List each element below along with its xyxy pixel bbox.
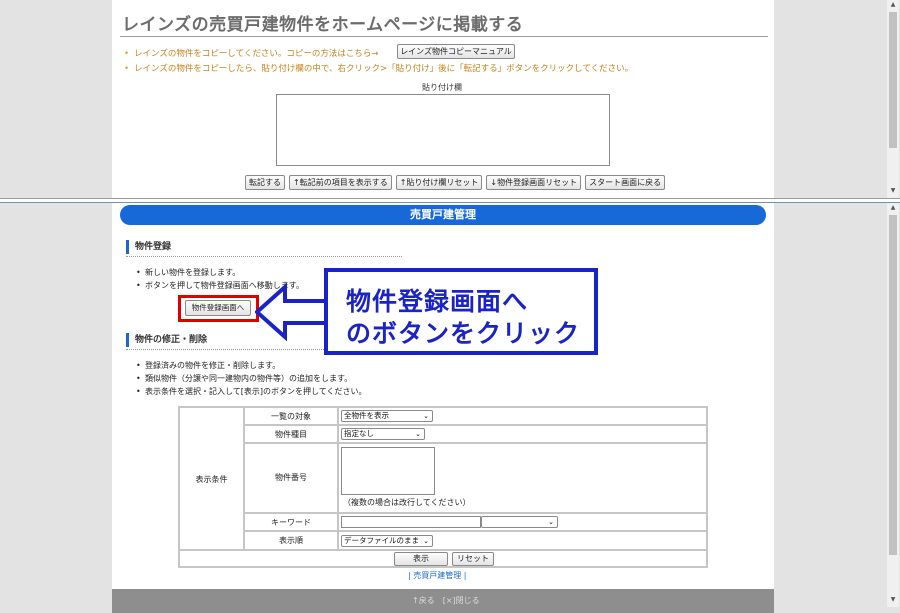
- section-banner: 売買戸建管理: [120, 205, 766, 225]
- bullet-dot: •: [136, 268, 141, 277]
- register-bullet: • 新しい物件を登録します。: [136, 267, 240, 278]
- keyword-cell: ⌄: [338, 513, 707, 531]
- scroll-up-icon[interactable]: ▲: [887, 0, 899, 10]
- instruction-copy: • レインズの物件をコピーしてください。コピーの方法はこちら→: [124, 47, 378, 59]
- top-frame-content: レインズの売買戸建物件をホームページに掲載する • レインズの物件をコピーしてくだ…: [112, 0, 774, 198]
- bullet-dot: •: [124, 64, 130, 74]
- reset-paste-button[interactable]: ↑貼り付け欄リセット: [395, 175, 483, 190]
- button-cell: 表示 リセット: [179, 550, 707, 567]
- back-to-start-button[interactable]: スタート画面に戻る: [585, 175, 666, 190]
- bullet-dot: •: [124, 49, 130, 59]
- show-button[interactable]: 表示: [394, 552, 448, 566]
- chevron-down-icon: ⌄: [415, 430, 421, 438]
- paste-label: 貼り付け欄: [422, 83, 462, 92]
- pointer-arrow-icon: [255, 283, 329, 341]
- scroll-thumb[interactable]: [889, 215, 897, 555]
- show-previous-items-button[interactable]: ↑転記前の項目を表示する: [289, 175, 392, 190]
- scroll-down-icon[interactable]: ▼: [887, 186, 899, 196]
- copy-manual-button[interactable]: レインズ物件コピーマニュアル: [397, 44, 515, 59]
- bullet-dot: •: [136, 361, 141, 370]
- chevron-down-icon: ⌄: [548, 518, 554, 526]
- bottom-frame-content: 売買戸建管理 物件登録 • 新しい物件を登録します。 • ボタンを押して物件登録画面…: [112, 203, 774, 613]
- footer-nav-link[interactable]: | 売買戸建管理 |: [408, 570, 466, 581]
- bullet-dot: •: [136, 387, 141, 396]
- modify-heading: 物件の修正・削除: [126, 333, 207, 347]
- bullet-dot: •: [136, 281, 141, 290]
- register-heading: 物件登録: [126, 240, 171, 254]
- modify-bullet-text: 表示条件を選択・記入して[表示]のボタンを押してください。: [145, 387, 367, 396]
- browser-viewport: レインズの売買戸建物件をホームページに掲載する • レインズの物件をコピーしてくだ…: [0, 0, 900, 613]
- footer-bar: ↑戻る [×]閉じる: [112, 589, 774, 613]
- keyword-input[interactable]: [341, 516, 481, 528]
- modify-bullet: • 表示条件を選択・記入して[表示]のボタンを押してください。: [136, 386, 367, 397]
- callout-line-1: 物件登録画面へ: [346, 287, 529, 316]
- footer-bar-text[interactable]: ↑戻る [×]閉じる: [412, 595, 480, 606]
- register-divider: [126, 256, 402, 257]
- reset-register-screen-button[interactable]: ↓物件登録画面リセット: [486, 175, 582, 190]
- chevron-down-icon: ⌄: [423, 537, 429, 545]
- annotation-callout: 物件登録画面へ のボタンをクリック: [324, 268, 598, 355]
- scroll-up-icon[interactable]: ▲: [887, 203, 899, 213]
- keyword-label: キーワード: [244, 513, 338, 531]
- list-target-value: 全物件を表示: [344, 411, 389, 420]
- instruction-paste-text: レインズの物件をコピーしたら、貼り付け欄の中で、右クリック>「貼り付け」後に「転…: [134, 64, 634, 74]
- register-bullet-text: 新しい物件を登録します。: [145, 268, 241, 277]
- number-cell: （複数の場合は改行してください）: [338, 443, 707, 513]
- list-target-cell: 全物件を表示 ⌄: [338, 407, 707, 425]
- bottom-scrollbar[interactable]: ▲ ▼: [887, 203, 899, 607]
- page-title: レインズの売買戸建物件をホームページに掲載する: [122, 15, 524, 35]
- bullet-dot: •: [136, 374, 141, 383]
- number-note: （複数の場合は改行してください）: [343, 498, 471, 507]
- paste-textarea[interactable]: [276, 94, 610, 166]
- order-select[interactable]: データファイルのまま ⌄: [341, 535, 433, 547]
- modify-bullet: • 登録済みの物件を修正・削除します。: [136, 360, 280, 371]
- order-value: データファイルのまま: [344, 536, 419, 545]
- type-label: 物件種目: [244, 425, 338, 443]
- scroll-thumb[interactable]: [889, 12, 897, 148]
- top-scrollbar[interactable]: ▲ ▼: [887, 0, 899, 198]
- reset-button[interactable]: リセット: [452, 552, 494, 566]
- goto-register-button[interactable]: 物件登録画面へ: [185, 300, 251, 316]
- scroll-down-icon[interactable]: ▼: [887, 595, 899, 605]
- instruction-paste: • レインズの物件をコピーしたら、貼り付け欄の中で、右クリック>「貼り付け」後に「…: [124, 62, 633, 74]
- number-label: 物件番号: [244, 443, 338, 513]
- type-cell: 指定なし ⌄: [338, 425, 707, 443]
- display-conditions-table: 表示条件 一覧の対象 全物件を表示 ⌄ 物件種目 指定なし ⌄ 物件番号 （複数の場…: [178, 406, 708, 568]
- modify-bullet: • 類似物件（分譲や同一建物内の物件等）の追加をします。: [136, 373, 352, 384]
- title-divider: [120, 36, 768, 37]
- chevron-down-icon: ⌄: [423, 412, 429, 420]
- type-select[interactable]: 指定なし ⌄: [341, 428, 425, 440]
- modify-bullet-text: 類似物件（分譲や同一建物内の物件等）の追加をします。: [145, 374, 353, 383]
- callout-line-2: のボタンをクリック: [346, 319, 581, 348]
- order-label: 表示順: [244, 531, 338, 550]
- order-cell: データファイルのまま ⌄: [338, 531, 707, 550]
- transcribe-button[interactable]: 転記する: [245, 175, 285, 190]
- top-frame: レインズの売買戸建物件をホームページに掲載する • レインズの物件をコピーしてくだ…: [0, 0, 900, 198]
- action-button-row: 転記する ↑転記前の項目を表示する ↑貼り付け欄リセット ↓物件登録画面リセット スター…: [245, 170, 669, 190]
- type-value: 指定なし: [344, 429, 374, 438]
- bottom-frame: 売買戸建管理 物件登録 • 新しい物件を登録します。 • ボタンを押して物件登録画面…: [0, 203, 900, 613]
- keyword-select[interactable]: ⌄: [481, 516, 558, 528]
- list-target-label: 一覧の対象: [244, 407, 338, 425]
- instruction-copy-text: レインズの物件をコピーしてください。コピーの方法はこちら→: [134, 49, 379, 59]
- conditions-group-label: 表示条件: [179, 407, 244, 550]
- modify-bullet-text: 登録済みの物件を修正・削除します。: [145, 361, 281, 370]
- number-textarea[interactable]: [341, 447, 435, 495]
- list-target-select[interactable]: 全物件を表示 ⌄: [341, 410, 433, 422]
